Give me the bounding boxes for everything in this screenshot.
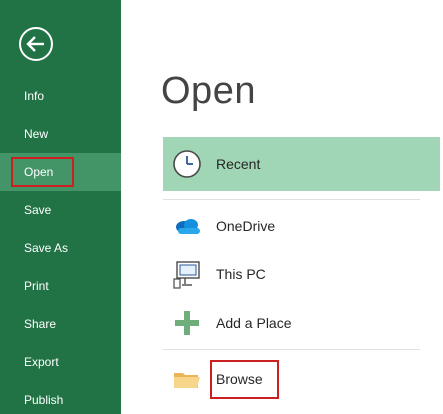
page-title: Open <box>161 70 256 112</box>
location-browse-label: Browse <box>216 371 263 387</box>
plus-icon <box>171 307 203 339</box>
location-browse[interactable]: Browse <box>163 357 440 401</box>
backstage-view: Info New Open Save Save As Print Share E… <box>0 0 443 414</box>
sidebar-item-export[interactable]: Export <box>0 343 121 381</box>
sidebar-item-print[interactable]: Print <box>0 267 121 305</box>
back-arrow-icon <box>19 27 53 61</box>
location-this-pc-label: This PC <box>216 266 266 282</box>
folder-icon <box>171 363 203 395</box>
location-add-a-place-label: Add a Place <box>216 315 292 331</box>
location-onedrive-label: OneDrive <box>216 218 276 234</box>
back-button[interactable] <box>18 26 54 62</box>
onedrive-cloud-icon <box>171 210 203 242</box>
sidebar-item-save-as[interactable]: Save As <box>0 229 121 267</box>
sidebar-item-publish[interactable]: Publish <box>0 381 121 414</box>
sidebar-item-open[interactable]: Open <box>0 153 121 191</box>
sidebar-item-info[interactable]: Info <box>0 77 121 115</box>
location-this-pc[interactable]: This PC <box>163 252 440 296</box>
divider <box>163 349 420 350</box>
location-add-a-place[interactable]: Add a Place <box>163 301 440 345</box>
clock-icon <box>171 148 203 180</box>
sidebar-item-share[interactable]: Share <box>0 305 121 343</box>
location-recent-label: Recent <box>216 156 261 172</box>
sidebar-item-new[interactable]: New <box>0 115 121 153</box>
location-onedrive[interactable]: OneDrive <box>163 204 440 248</box>
computer-icon <box>171 258 203 290</box>
backstage-sidebar: Info New Open Save Save As Print Share E… <box>0 0 121 414</box>
location-recent[interactable]: Recent <box>163 137 440 191</box>
divider <box>163 199 420 200</box>
sidebar-item-save[interactable]: Save <box>0 191 121 229</box>
